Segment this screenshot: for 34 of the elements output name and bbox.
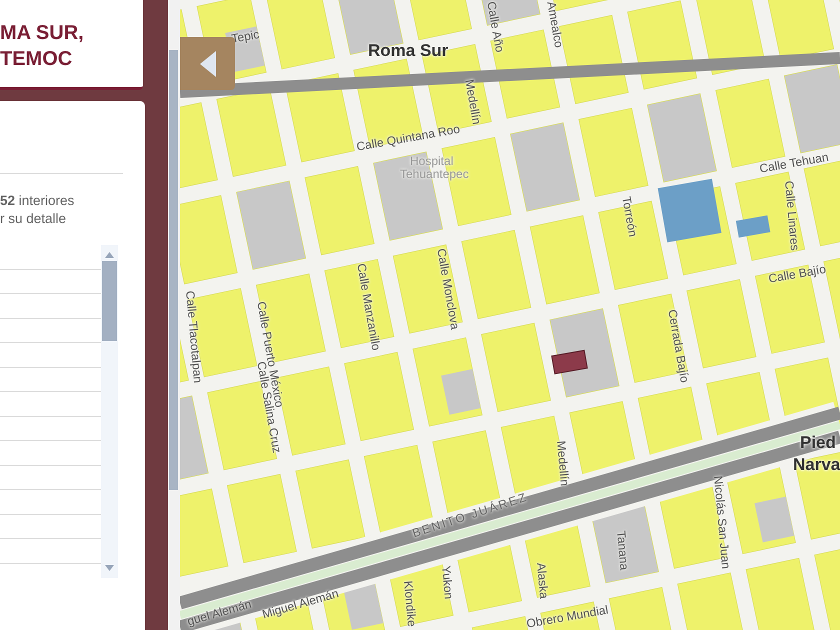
street-label: Klondike [400,580,420,628]
street-label: Calle Manzanillo [353,262,384,352]
summary-text: r su detalle [0,210,68,228]
title-text: MA SUR, [0,21,85,46]
summary-text: 52 interiores [0,192,76,210]
street-label: Medellín [461,78,485,126]
scroll-down-icon[interactable] [105,565,114,571]
street-label: Tanana [613,530,632,571]
street-label: Medellín [553,440,573,487]
street-label: Calle Bajío [767,260,828,288]
list-scrollbar[interactable] [101,245,118,578]
street-label: Obrero Mundial [525,602,610,630]
street-label: Torreón [618,195,642,238]
street-label: Cerrada Bajío [664,308,693,384]
street-label: Tepic [230,26,261,48]
street-label: Yukon [438,565,457,600]
street-label: Calle Año [483,0,508,54]
triangle-left-icon [200,50,216,76]
street-label: Calle Quintana Roo [355,120,462,156]
street-label: Calle Tlacotalpan [182,290,206,384]
street-label: Miguel Alemán [260,585,341,624]
scrollbar-thumb[interactable] [102,261,117,341]
street-label: Amealco [543,0,568,50]
page-scrollbar[interactable] [168,0,180,630]
place-label: Pied [800,432,836,454]
street-label: Calle Linares [781,180,804,252]
street-label: guel Alemán [185,596,254,630]
scroll-up-icon[interactable] [105,252,114,258]
street-label: Calle Monclova [433,247,464,331]
street-label: Alaska [533,562,552,600]
scrollbar-thumb[interactable] [169,50,178,490]
street-label: Calle Tehuan [758,148,830,178]
street-label: Nicolás San Juan [710,475,734,570]
title-text: TEMOC [0,47,74,72]
